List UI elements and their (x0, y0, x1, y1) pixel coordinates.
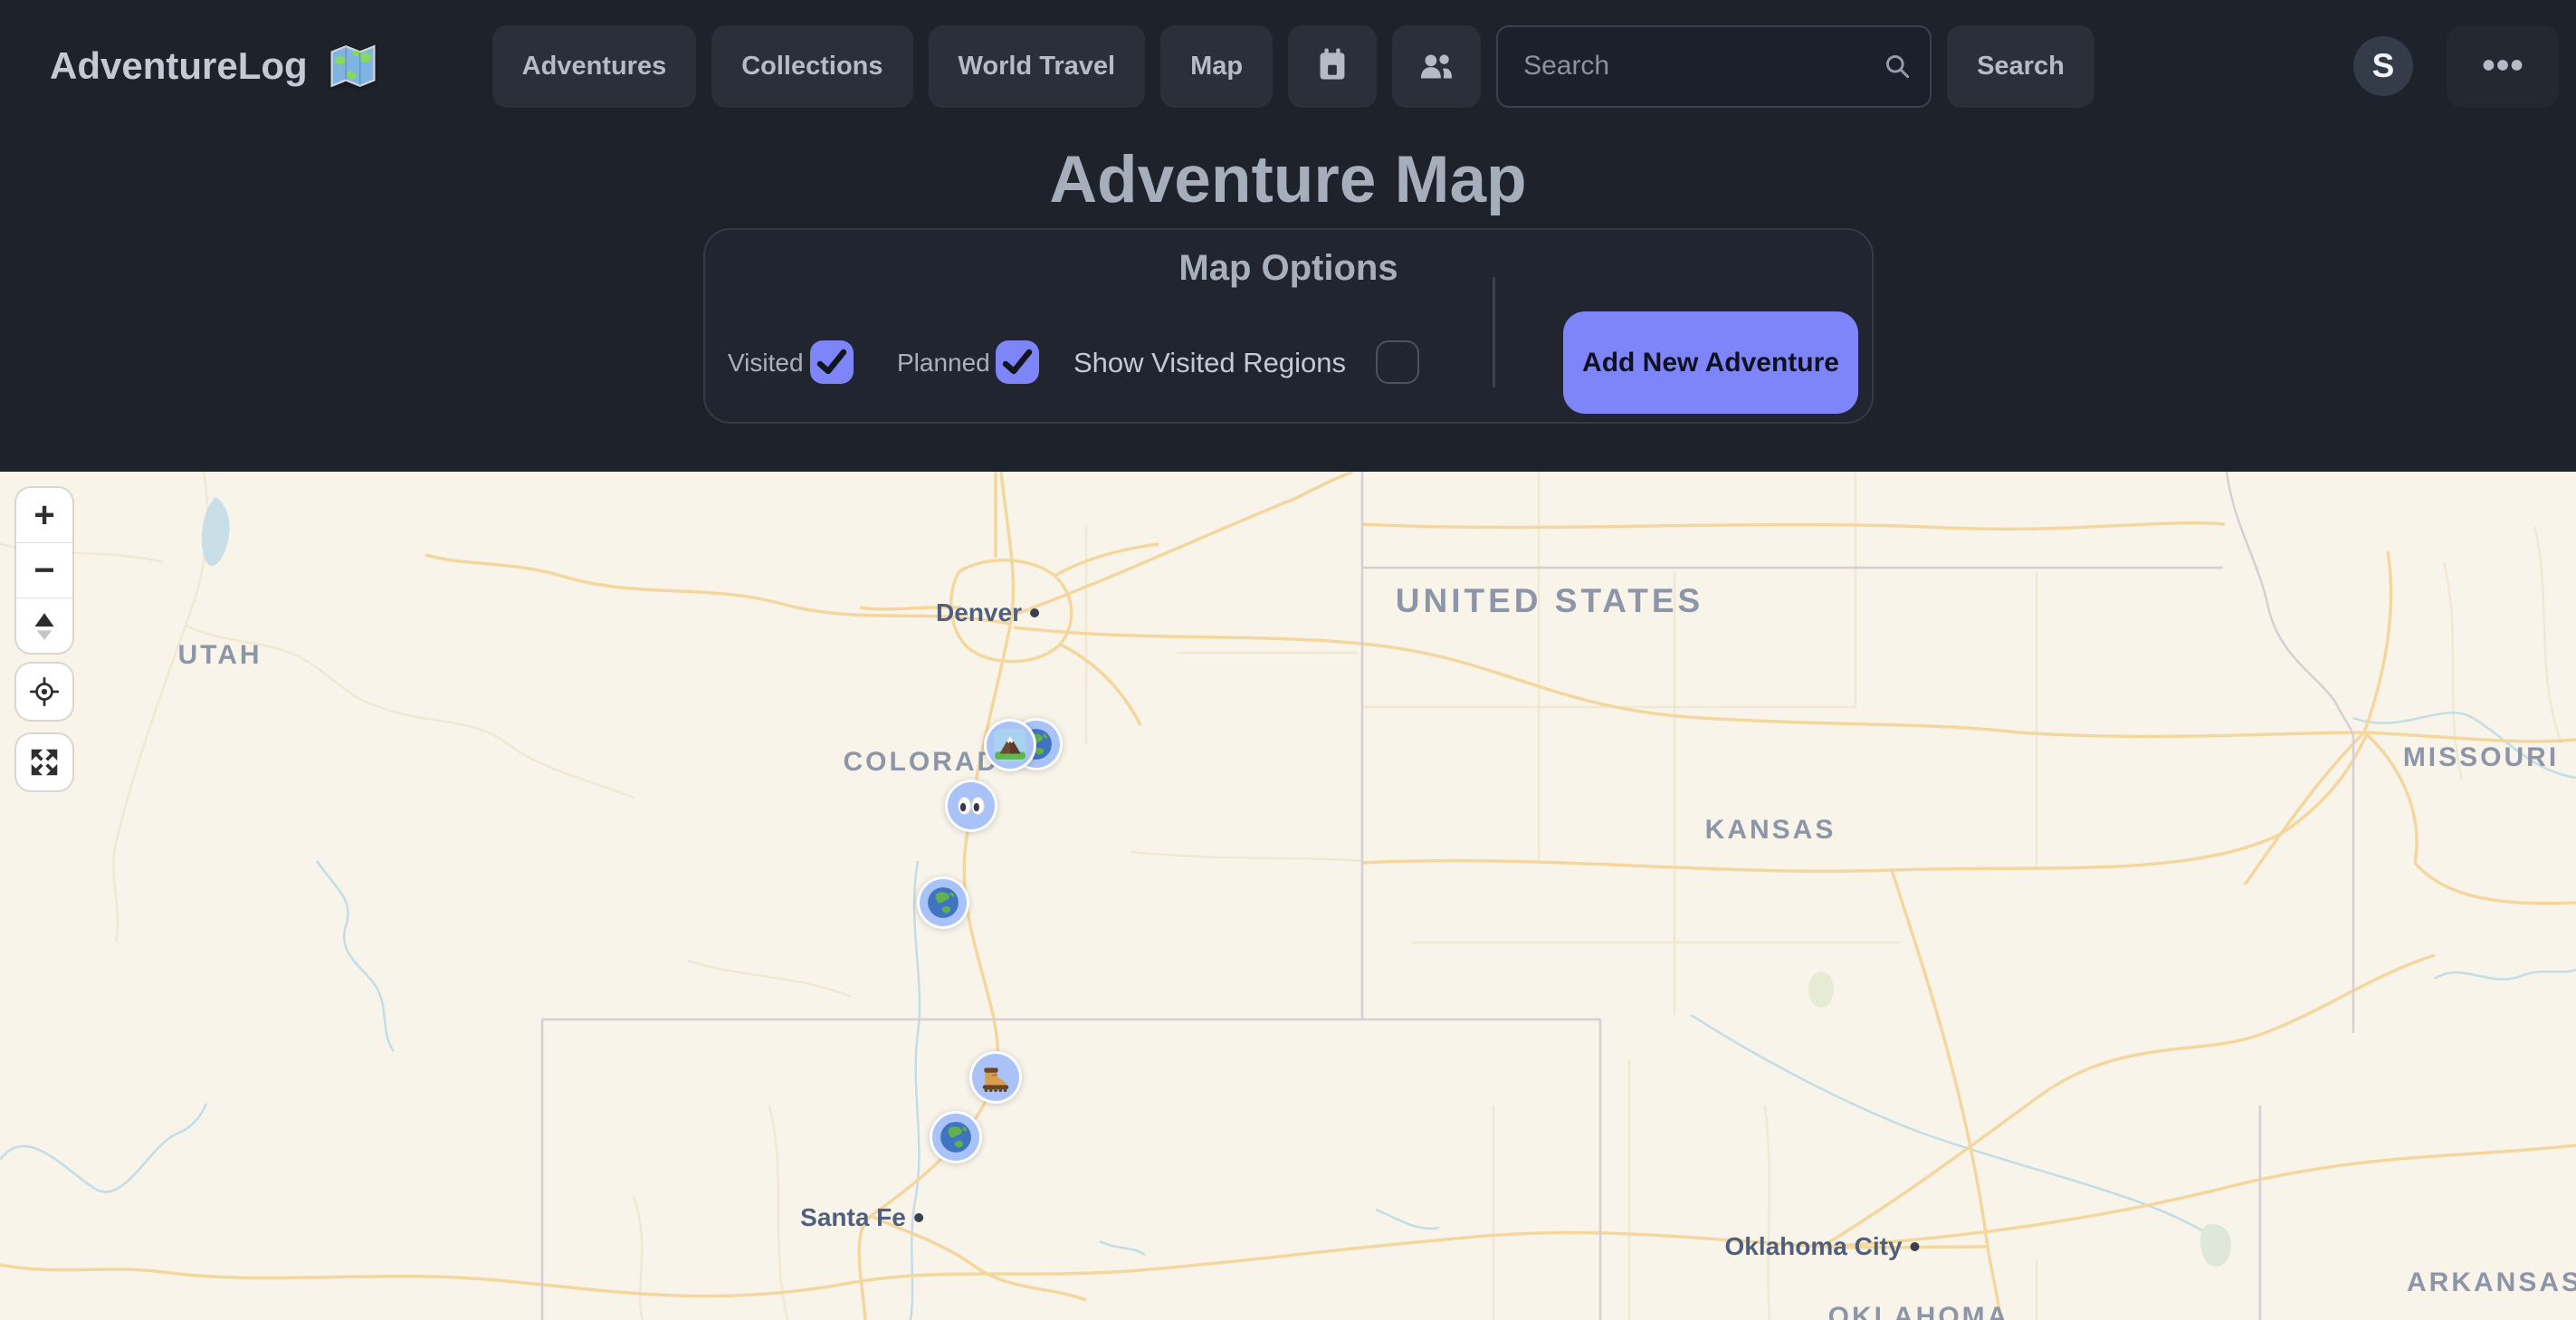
fullscreen-button[interactable] (16, 734, 72, 790)
avatar[interactable]: S (2353, 36, 2413, 96)
eyes-icon (954, 789, 988, 823)
add-new-adventure-button[interactable]: Add New Adventure (1563, 311, 1858, 414)
fullscreen-control (16, 734, 72, 790)
users-icon (1417, 46, 1456, 86)
fullscreen-icon (27, 745, 62, 780)
zoom-in-button[interactable]: + (16, 488, 72, 542)
show-visited-regions-checkbox[interactable] (1376, 340, 1419, 384)
ellipsis-icon (2476, 47, 2529, 86)
tilt-icon (27, 608, 62, 643)
adventure-marker-globe[interactable] (930, 1111, 982, 1163)
users-button[interactable] (1392, 25, 1481, 108)
nav-item-adventures[interactable]: Adventures (492, 25, 697, 108)
brand-label: AdventureLog (50, 44, 308, 88)
calendar-button[interactable] (1288, 25, 1377, 108)
page-title: Adventure Map (0, 132, 2576, 228)
geolocate-icon (27, 674, 62, 709)
calendar-icon (1312, 46, 1352, 86)
options-divider (1493, 277, 1495, 387)
nav-item-map[interactable]: Map (1160, 25, 1273, 108)
adventure-marker-boot[interactable] (969, 1051, 1022, 1104)
nav-group: AdventuresCollectionsWorld TravelMap (492, 25, 1273, 108)
planned-label: Planned (897, 349, 990, 378)
search-input[interactable] (1496, 25, 1932, 108)
more-menu-button[interactable] (2447, 25, 2559, 108)
brand-home-link[interactable]: AdventureLog (50, 41, 378, 91)
right-group: S (2353, 25, 2559, 108)
adventure-map[interactable]: UNITED STATESUTAHCOLORADOKANSASMISSOURIA… (0, 472, 2576, 1320)
map-zoom-control: + − (16, 488, 72, 653)
search-area (1496, 25, 1932, 108)
map-options-card: Map Options Visited Planned Show Visited R… (703, 228, 1874, 424)
adventure-marker-globe[interactable] (917, 876, 969, 929)
zoom-out-button[interactable]: − (16, 542, 72, 598)
globe-icon (939, 1120, 973, 1154)
navbar: AdventureLog AdventuresCollectionsWorld … (0, 0, 2576, 132)
tilt-button[interactable] (16, 598, 72, 653)
search-button[interactable]: Search (1947, 25, 2094, 108)
nav-item-world-travel[interactable]: World Travel (929, 25, 1146, 108)
boot-icon (978, 1060, 1013, 1095)
mountain-icon (993, 728, 1027, 762)
show-visited-regions-label: Show Visited Regions (1073, 347, 1346, 379)
adventure-marker-mountain[interactable] (984, 719, 1036, 771)
nav-item-collections[interactable]: Collections (711, 25, 912, 108)
visited-label: Visited (728, 349, 804, 378)
geolocate-button[interactable] (16, 664, 72, 720)
planned-checkbox[interactable] (996, 340, 1039, 384)
nav-icon-group (1288, 25, 1481, 108)
visited-checkbox[interactable] (810, 340, 854, 384)
world-map-icon (328, 41, 378, 91)
map-options-title: Map Options (705, 248, 1872, 289)
map-base-roads (0, 472, 2576, 1320)
geolocate-control (16, 664, 72, 720)
globe-icon (926, 885, 960, 920)
adventure-marker-eyes[interactable] (945, 780, 997, 832)
